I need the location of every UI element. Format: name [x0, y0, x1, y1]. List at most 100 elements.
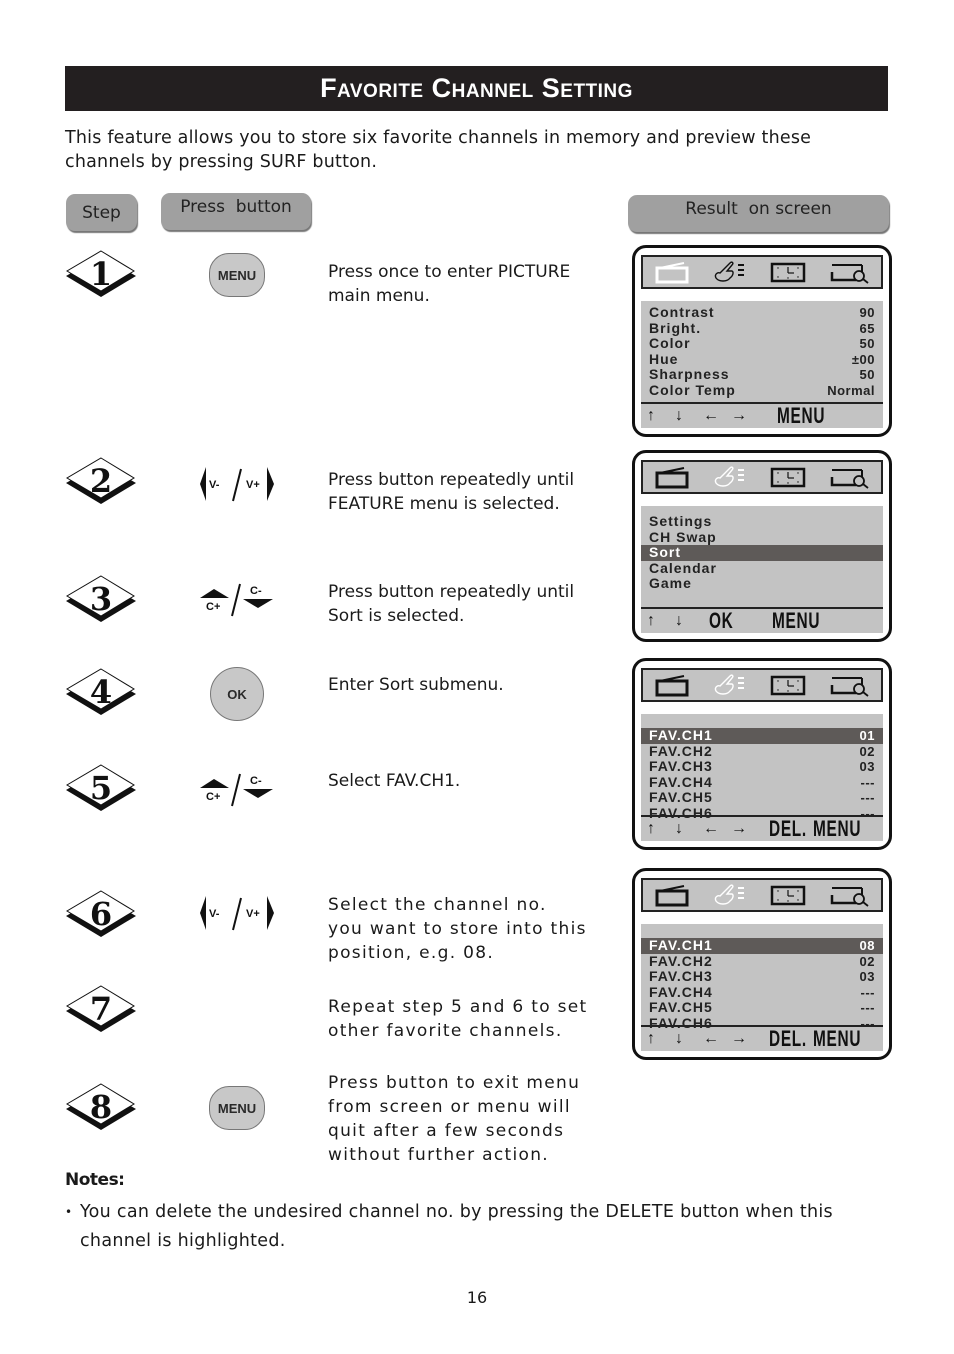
step-marker-6: 6 [64, 890, 138, 938]
osd-menu-item[interactable]: Color Temp Normal [641, 381, 883, 399]
search-icon[interactable] [828, 260, 870, 284]
c-plus-label: C+ [206, 791, 220, 803]
step-marker-1: 1 [64, 250, 138, 298]
slash-divider [231, 583, 241, 617]
osd-item-label: FAV.CH5 [649, 789, 713, 806]
osd-menu-item[interactable]: FAV.CH5 --- [641, 1000, 883, 1016]
osd-key-del: DEL. [769, 1026, 807, 1051]
osd-menu-item[interactable]: CH Swap [641, 529, 883, 546]
step-number: 3 [90, 580, 112, 618]
osd-menu-item[interactable]: Contrast 90 [641, 304, 883, 321]
ch-down-arrow-icon [243, 789, 273, 798]
picture-icon[interactable] [654, 465, 690, 489]
osd-item-value: --- [860, 1000, 875, 1016]
osd-menu-item[interactable]: FAV.CH2 02 [641, 742, 883, 760]
channel-buttons[interactable]: C+ C- [198, 770, 276, 808]
clock-icon[interactable] [770, 673, 806, 697]
picture-icon[interactable] [654, 673, 690, 697]
picture-icon[interactable] [654, 883, 690, 907]
volume-buttons[interactable]: V- V+ [198, 465, 276, 503]
osd-menu-item[interactable]: Color 50 [641, 336, 883, 352]
feature-hand-icon[interactable] [712, 673, 748, 697]
step-marker-4: 4 [64, 668, 138, 716]
menu-button[interactable]: MENU [209, 253, 265, 297]
volume-buttons[interactable]: V- V+ [198, 894, 276, 932]
osd-item-value: Normal [827, 382, 875, 398]
osd-item-value: ±00 [851, 351, 875, 367]
channel-buttons[interactable]: C+ C- [198, 580, 276, 618]
step-description-2: Press button repeatedly until FEATURE me… [328, 470, 575, 514]
header-result-label: Result on screen [685, 199, 832, 219]
osd-icon-bar [641, 460, 883, 494]
osd-menu-item[interactable]: Settings [641, 513, 883, 530]
page-number: 16 [466, 1288, 488, 1307]
ok-button[interactable]: OK [210, 667, 264, 721]
osd-item-value: --- [860, 984, 875, 1000]
osd-menu-item[interactable]: FAV.CH4 --- [641, 773, 883, 791]
osd-item-label: FAV.CH4 [649, 773, 713, 790]
notes-item-text: You can delete the undesired channel no.… [80, 1202, 833, 1251]
slash-divider [232, 897, 242, 931]
c-minus-label: C- [250, 775, 262, 787]
header-step-label: Step [82, 202, 121, 223]
osd-screen-3: FAV.CH1 01 FAV.CH2 02 FAV.CH3 03 FAV.CH4 --- FAV… [632, 658, 892, 850]
right-arrow-icon: → [731, 407, 747, 424]
step-description-6: Select the channel no. you want to store… [328, 895, 587, 963]
osd-item-label: FAV.CH2 [649, 742, 713, 759]
search-icon[interactable] [828, 465, 870, 489]
osd-menu-item[interactable]: FAV.CH1 08 [641, 937, 883, 954]
osd-menu-item[interactable]: Calendar [641, 560, 883, 577]
osd-item-label: Color Temp [649, 381, 736, 398]
clock-icon[interactable] [770, 465, 806, 489]
osd-menu-item[interactable]: FAV.CH4 --- [641, 984, 883, 1001]
notes-item: • You can delete the undesired channel n… [65, 1198, 895, 1256]
osd-menu-item[interactable]: FAV.CH3 03 [641, 759, 883, 775]
header-press-button-label: Press button [180, 197, 292, 217]
osd-spacer [641, 494, 883, 506]
osd-menu-item[interactable]: Game [641, 576, 883, 592]
osd-item-label: Sort [649, 544, 681, 561]
step-description-5: Select FAV.CH1. [328, 771, 461, 791]
osd-footer: ↑ ↓ OK MENU [641, 607, 883, 633]
clock-icon[interactable] [770, 260, 806, 284]
osd-menu-item[interactable]: Sort [641, 545, 883, 561]
osd-item-label: Contrast [649, 304, 715, 320]
osd-item-label: FAV.CH5 [649, 999, 713, 1016]
osd-icon-bar [641, 878, 883, 912]
osd-item-value: --- [860, 774, 875, 790]
osd-item-value: 50 [859, 336, 875, 352]
osd-key-ok: OK [709, 608, 734, 633]
step-marker-2: 2 [64, 457, 138, 505]
osd-menu-item[interactable]: Sharpness 50 [641, 367, 883, 383]
v-minus-label: V- [209, 479, 220, 491]
ch-up-arrow-icon [200, 779, 229, 788]
osd-menu-item[interactable]: FAV.CH3 03 [641, 969, 883, 985]
bullet: • [65, 1205, 73, 1219]
osd-item-value: 02 [859, 953, 875, 969]
header-press-button: Press button [161, 193, 311, 230]
search-icon[interactable] [828, 673, 870, 697]
osd-key-menu: MENU [813, 1026, 862, 1051]
osd-item-label: Bright. [649, 319, 702, 336]
down-arrow-icon: ↓ [675, 1030, 683, 1047]
osd-footer: ↑ ↓ ← → MENU [641, 402, 883, 428]
picture-icon[interactable] [654, 260, 690, 284]
feature-hand-icon[interactable] [712, 260, 748, 284]
step-number: 6 [90, 895, 112, 933]
step-number: 2 [90, 462, 112, 500]
osd-menu-item[interactable]: FAV.CH5 --- [641, 790, 883, 806]
search-icon[interactable] [828, 883, 870, 907]
osd-item-label: FAV.CH1 [649, 727, 713, 743]
menu-button[interactable]: MENU [209, 1086, 265, 1130]
clock-icon[interactable] [770, 883, 806, 907]
step-description-4: Enter Sort submenu. [328, 675, 504, 695]
osd-menu-list: Settings CH Swap Sort Calendar Game [641, 506, 883, 607]
feature-hand-icon[interactable] [712, 465, 748, 489]
osd-menu-item[interactable]: FAV.CH1 01 [641, 727, 883, 744]
osd-menu-item[interactable]: FAV.CH2 02 [641, 953, 883, 970]
osd-menu-item[interactable]: Hue ±00 [641, 351, 883, 368]
feature-hand-icon[interactable] [712, 883, 748, 907]
page-title: Favorite Channel Setting [320, 73, 633, 103]
v-plus-label: V+ [246, 908, 260, 920]
osd-menu-item[interactable]: Bright. 65 [641, 319, 883, 337]
